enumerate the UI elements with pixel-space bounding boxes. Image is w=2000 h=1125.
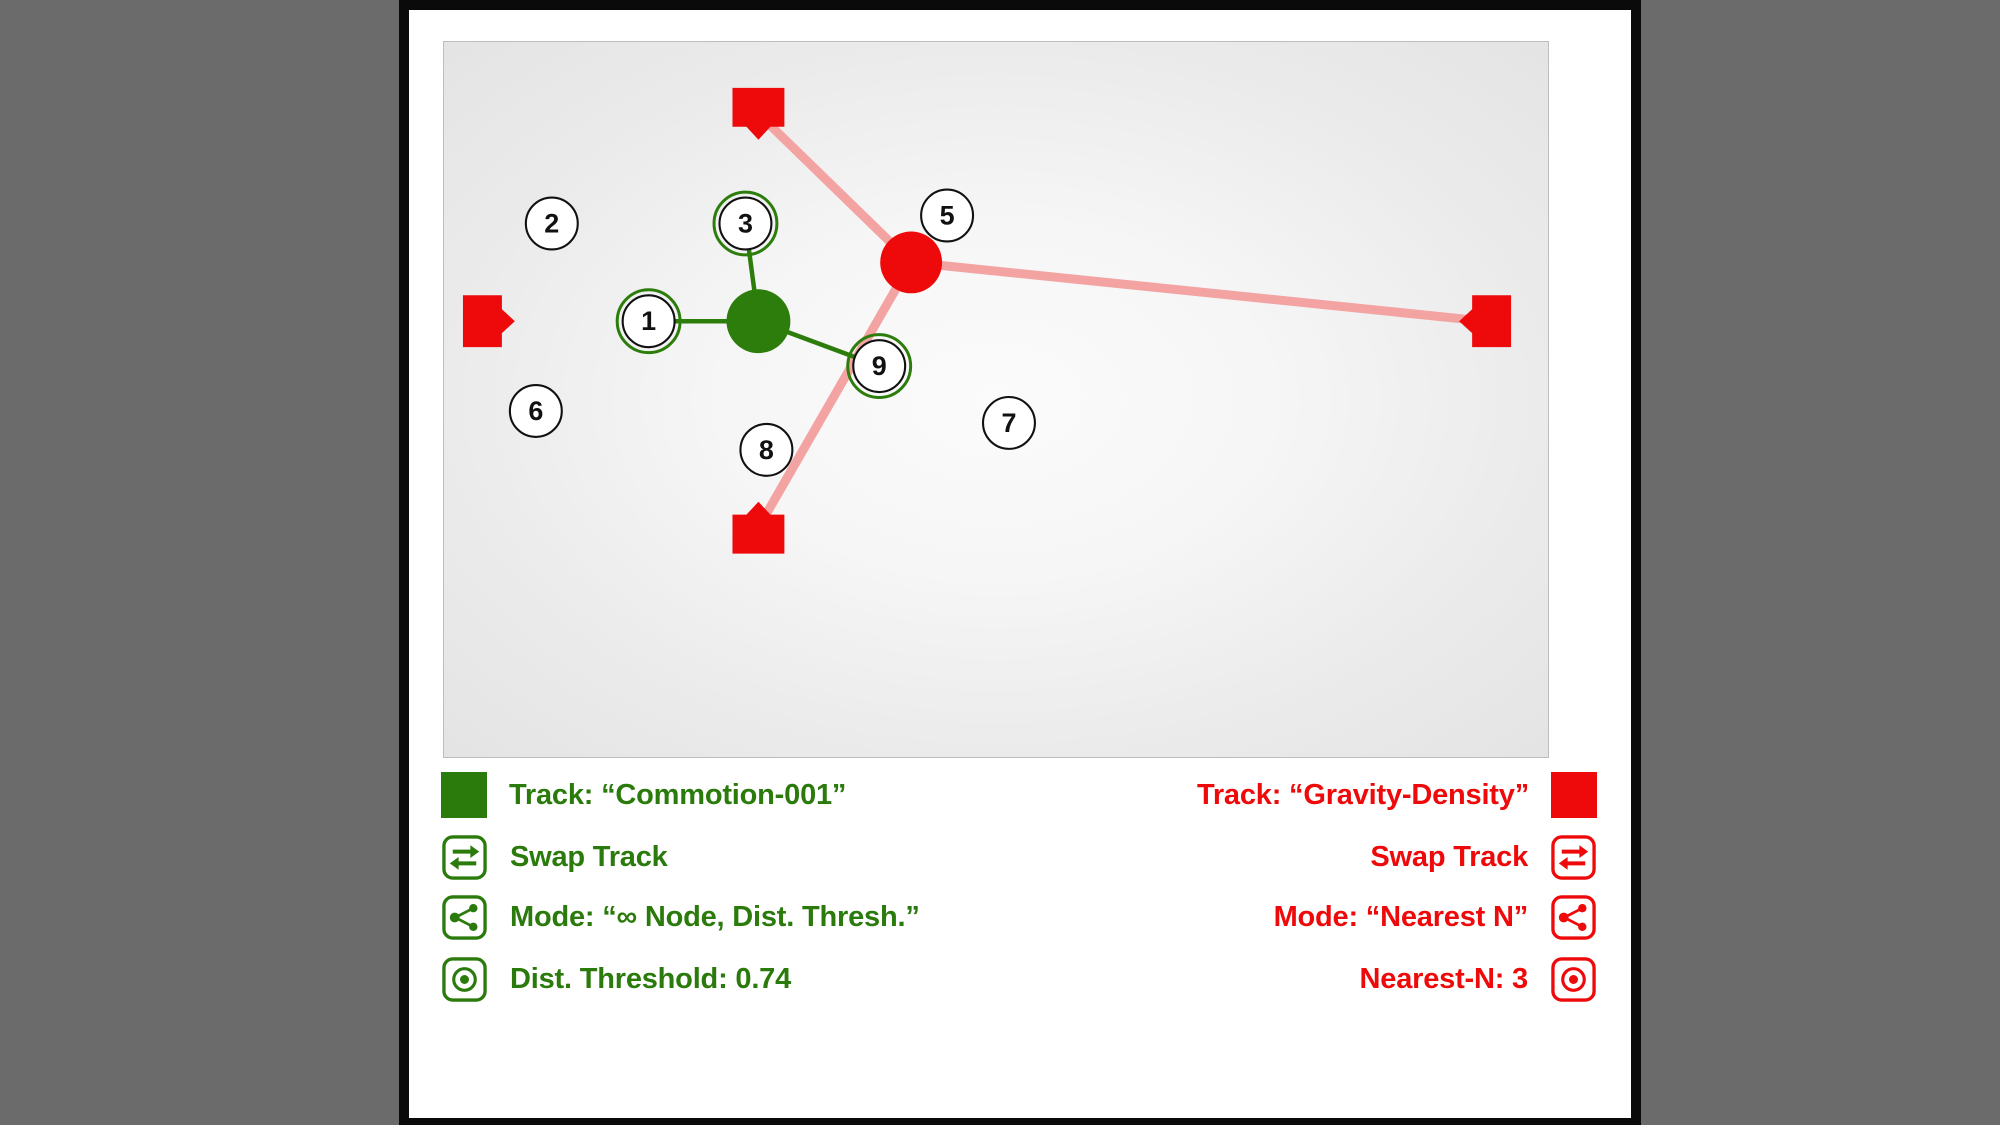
swap-icon[interactable] [1550,834,1597,881]
legend-right-swap: Swap Track [1370,826,1597,888]
graph-node[interactable]: 5 [920,188,975,243]
track-marker[interactable] [1459,295,1512,348]
threshold-label[interactable]: Dist. Threshold: 0.74 [510,963,791,996]
graph-node-label: 9 [872,351,887,381]
mode-right-label[interactable]: Mode: “Nearest N” [1274,901,1529,934]
graph-node[interactable]: 2 [524,196,579,251]
graph-node-label: 7 [1001,408,1016,438]
legend-right-track: Track: “Gravity-Density” [1197,764,1597,826]
target-icon[interactable] [1550,956,1597,1003]
track-marker[interactable] [462,295,515,348]
graph-node-label: 3 [738,208,753,238]
graph-node-label: 8 [759,435,774,465]
nearest-n-label[interactable]: Nearest-N: 3 [1360,963,1529,996]
legend-row-swap: Swap Track Swap Track [409,826,1631,888]
graph-node[interactable]: 3 [712,190,779,257]
graph-node[interactable]: 7 [981,395,1036,450]
legend-right-param: Nearest-N: 3 [1360,948,1597,1010]
graph-node-label: 6 [528,396,543,426]
share-nodes-icon[interactable] [441,894,488,941]
mode-left-label[interactable]: Mode: “∞ Node, Dist. Thresh.” [510,901,920,934]
legend-left-track: Track: “Commotion-001” [441,764,846,826]
legend-left-swap: Swap Track [441,826,668,888]
graph-node[interactable]: 8 [739,422,794,477]
red-edge [910,257,1486,326]
graph-canvas[interactable]: 1 2 3 5 6 7 8 9 [443,41,1549,758]
swap-right-label[interactable]: Swap Track [1370,841,1528,874]
target-icon[interactable] [441,956,488,1003]
graph-node-label: 1 [641,306,656,336]
graph-node[interactable]: 6 [508,383,563,438]
track-right-label: Track: “Gravity-Density” [1196,778,1529,811]
swap-icon[interactable] [441,834,488,881]
legend-row-track: Track: “Commotion-001” Track: “Gravity-D… [409,764,1631,826]
share-nodes-icon[interactable] [1550,894,1597,941]
app-root: 1 2 3 5 6 7 8 9 Track: “Commotion-001” Track: “… [0,0,2000,1125]
graph-node[interactable]: 9 [846,333,913,400]
legend-row-param: Dist. Threshold: 0.74 Nearest-N: 3 [409,948,1631,1010]
legend-left-mode: Mode: “∞ Node, Dist. Thresh.” [441,886,920,948]
green-square-swatch [441,772,487,818]
legend-left-param: Dist. Threshold: 0.74 [441,948,791,1010]
graph-node-label: 2 [544,208,559,238]
graph-svg: 1 2 3 5 6 7 8 9 [462,87,1512,554]
green-hub[interactable] [726,289,791,354]
swap-left-label[interactable]: Swap Track [510,841,668,874]
graph-node-label: 5 [940,201,955,231]
legend-right-mode: Mode: “Nearest N” [1274,886,1597,948]
legend-row-mode: Mode: “∞ Node, Dist. Thresh.” Mode: “Nea… [409,886,1631,948]
red-hub[interactable] [880,231,943,294]
graph-node[interactable]: 1 [615,288,682,355]
red-square-swatch [1551,772,1597,818]
track-marker[interactable] [732,501,785,554]
legend-panel: Track: “Commotion-001” Track: “Gravity-D… [409,762,1631,1062]
red-edge [755,110,915,266]
track-left-label: Track: “Commotion-001” [509,778,847,811]
